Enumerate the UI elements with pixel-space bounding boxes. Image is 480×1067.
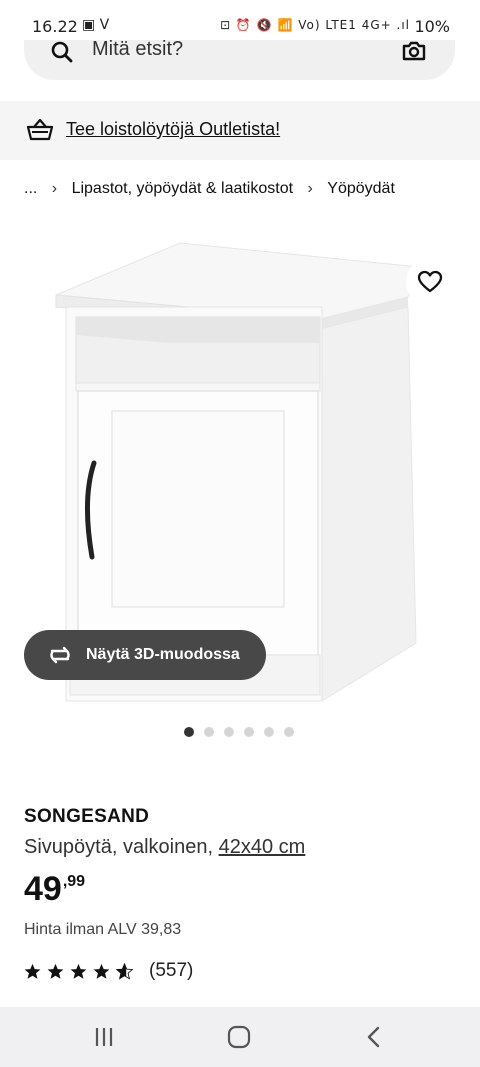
- battery-level: 10%: [414, 17, 450, 36]
- breadcrumb-item-dressers[interactable]: Lipastot, yöpöydät & laatikostot: [72, 180, 293, 197]
- price-decimal: ,99: [62, 873, 86, 890]
- status-time: 16.22: [32, 17, 78, 36]
- back-icon[interactable]: [364, 1025, 382, 1049]
- product-price: 49,99: [24, 870, 85, 909]
- view-3d-label: Näytä 3D-muodossa: [86, 646, 240, 663]
- home-icon[interactable]: [226, 1024, 252, 1050]
- search-input[interactable]: Mitä etsit?: [92, 38, 183, 61]
- chevron-right-icon: ›: [307, 180, 313, 197]
- search-icon: [51, 41, 73, 63]
- system-status-icons: ⊡ ⏰ 🔇 📶 Vo) LTE1 4G+ .ıl: [220, 18, 410, 32]
- carousel-dot-6[interactable]: [284, 727, 294, 737]
- outlet-link[interactable]: Tee loistolöytöjä Outletista!: [66, 119, 280, 140]
- search-bar[interactable]: Mitä etsit?: [24, 38, 455, 80]
- price-without-vat: Hinta ilman ALV 39,83: [24, 921, 182, 938]
- product-rating[interactable]: (557): [24, 960, 193, 982]
- system-nav-bar: [0, 1007, 480, 1067]
- product-description: Sivupöytä, valkoinen, 42x40 cm: [24, 836, 305, 859]
- breadcrumb-ellipsis[interactable]: ...: [24, 180, 37, 197]
- rotate-3d-icon: [50, 646, 70, 664]
- carousel-dot-2[interactable]: [204, 727, 214, 737]
- carousel-dots: [184, 727, 294, 737]
- breadcrumb-item-nightstands[interactable]: Yöpöydät: [327, 180, 395, 197]
- carousel-dot-3[interactable]: [224, 727, 234, 737]
- star-half-icon: [116, 962, 133, 980]
- favorite-button[interactable]: [406, 258, 454, 306]
- product-size-link[interactable]: 42x40 cm: [219, 836, 306, 858]
- star-icon: [93, 963, 110, 979]
- recent-apps-icon[interactable]: [92, 1025, 116, 1049]
- chevron-right-icon: ›: [51, 180, 58, 197]
- camera-icon[interactable]: [401, 38, 427, 64]
- view-3d-button[interactable]: Näytä 3D-muodossa: [24, 630, 266, 680]
- star-icon: [70, 963, 87, 979]
- notification-icons: ▣ V: [82, 17, 110, 33]
- basket-icon: [26, 118, 54, 141]
- status-bar: 16.22 ▣ V ⊡ ⏰ 🔇 📶 Vo) LTE1 4G+ .ıl 10%: [0, 0, 480, 40]
- star-icon: [24, 963, 41, 979]
- carousel-dot-5[interactable]: [264, 727, 274, 737]
- carousel-dot-4[interactable]: [244, 727, 254, 737]
- outlet-banner[interactable]: Tee loistolöytöjä Outletista!: [0, 101, 480, 160]
- breadcrumb: ... › Lipastot, yöpöydät & laatikostot ›…: [24, 180, 395, 198]
- product-name: SONGESAND: [24, 806, 150, 827]
- heart-icon: [417, 270, 443, 293]
- rating-count: (557): [149, 960, 194, 981]
- carousel-dot-1[interactable]: [184, 727, 194, 737]
- price-integer: 49: [24, 870, 62, 908]
- product-type: Sivupöytä, valkoinen,: [24, 836, 214, 858]
- star-icon: [47, 963, 64, 979]
